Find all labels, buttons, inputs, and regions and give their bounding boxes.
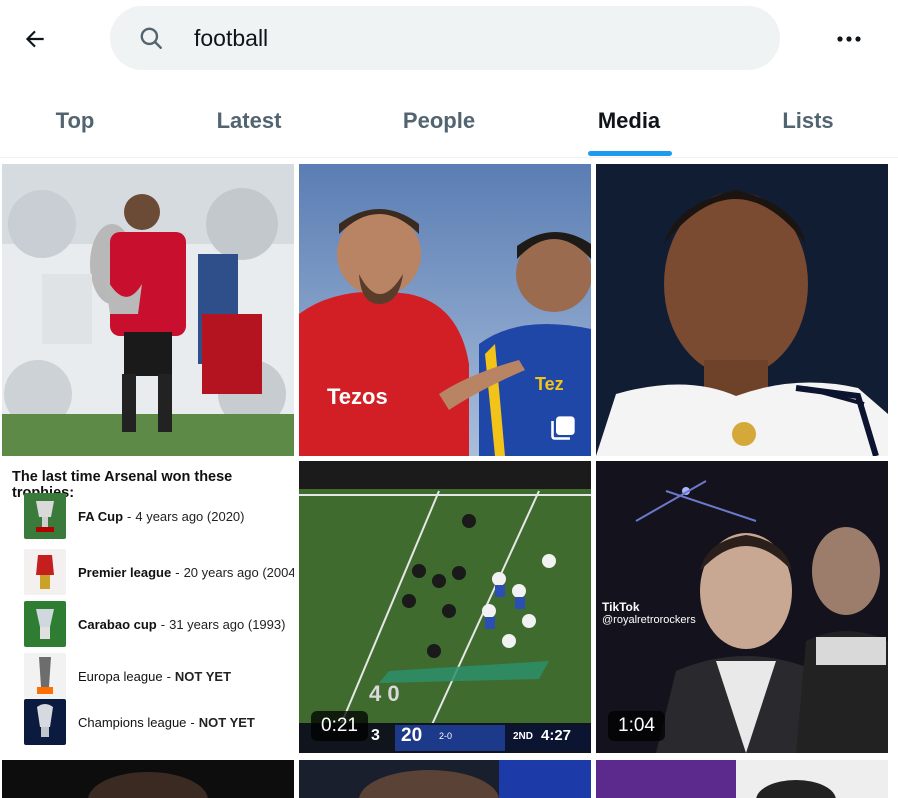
trophy-detail: NOT YET — [174, 668, 232, 684]
svg-text:Tez: Tez — [535, 374, 564, 394]
trophy-name: FA Cup — [78, 508, 124, 524]
back-button[interactable] — [14, 18, 56, 60]
video-duration-badge: 0:21 — [311, 711, 368, 741]
tab-people[interactable]: People — [348, 84, 530, 158]
tab-lists[interactable]: Lists — [728, 84, 888, 158]
media-item-collage[interactable] — [2, 164, 294, 456]
media-item-partial[interactable] — [2, 760, 294, 798]
fa-cup-thumbnail — [24, 493, 66, 539]
media-item-portrait[interactable] — [596, 164, 888, 456]
media-grid: Tezos Tez The last time Arsenal won thes… — [0, 162, 898, 798]
europa-league-thumbnail — [24, 653, 66, 699]
tab-label: Lists — [782, 108, 834, 133]
search-bar[interactable] — [110, 6, 780, 70]
tab-media[interactable]: Media — [530, 84, 728, 158]
partial-image — [2, 760, 294, 798]
media-item-partial[interactable] — [596, 760, 888, 798]
scoreboard-away-score: 3 — [371, 727, 380, 744]
media-item-football-video[interactable]: 4 0 3 20 2-0 2ND 4:27 0:21 — [299, 461, 591, 753]
tiktok-handle: @royalretrorockers — [602, 614, 696, 626]
search-icon — [140, 27, 162, 49]
media-item-partial[interactable] — [299, 760, 591, 798]
media-item-players[interactable]: Tezos Tez — [299, 164, 591, 456]
trophy-row: Champions league - NOT YET — [24, 697, 292, 747]
tab-label: People — [402, 108, 476, 133]
trophy-name: Champions league — [78, 714, 187, 730]
trophy-separator: - — [190, 714, 195, 730]
partial-image — [596, 760, 888, 798]
more-options-button[interactable] — [826, 18, 874, 60]
more-dots-icon — [837, 36, 861, 42]
scoreboard-home-score: 20 — [401, 725, 423, 746]
search-tabs: Top Latest People Media Lists — [0, 84, 898, 158]
trophy-separator: - — [160, 616, 166, 632]
trophy-detail: 4 years ago (2020) — [135, 508, 245, 524]
trophy-detail: 20 years ago (2004) — [183, 564, 294, 580]
trophy-detail: 31 years ago (1993) — [169, 616, 286, 632]
media-item-arsenal-trophies[interactable]: The last time Arsenal won these trophies… — [2, 461, 294, 753]
trophy-row: Premier league - 20 years ago (2004) — [24, 547, 294, 597]
trophy-separator: - — [166, 668, 171, 684]
players-image: Tezos Tez — [299, 164, 591, 456]
football-video-frame: 4 0 — [299, 461, 591, 753]
tiktok-watermark: TikTok @royalretrorockers — [602, 601, 696, 627]
tab-label: Top — [55, 108, 95, 133]
tab-label: Latest — [216, 108, 282, 133]
trophy-name: Europa league — [78, 668, 163, 684]
scoreboard-quarter: 2ND — [513, 731, 534, 742]
trophy-row: Europa league - NOT YET — [24, 651, 292, 701]
svg-text:Tezos: Tezos — [327, 384, 388, 409]
multiple-images-icon — [551, 416, 575, 440]
trophy-separator: - — [175, 564, 180, 580]
tab-top[interactable]: Top — [0, 84, 150, 158]
active-tab-indicator — [588, 151, 672, 156]
trophy-detail: NOT YET — [198, 714, 255, 730]
trophy-separator: - — [127, 508, 132, 524]
trophy-name: Premier league — [78, 564, 172, 580]
trophy-name: Carabao cup — [78, 616, 157, 632]
tiktok-brand: TikTok — [602, 600, 640, 614]
svg-text:4 0: 4 0 — [369, 681, 400, 706]
trophy-row: FA Cup - 4 years ago (2020) — [24, 491, 292, 541]
arrow-left-icon — [25, 30, 44, 48]
top-bar — [0, 0, 898, 78]
tab-label: Media — [597, 108, 661, 133]
media-item-tiktok-video[interactable]: TikTok @royalretrorockers 1:04 — [596, 461, 888, 753]
premier-league-thumbnail — [24, 549, 66, 595]
partial-image — [299, 760, 591, 798]
scoreboard-record: 2-0 — [439, 731, 453, 741]
video-duration-badge: 1:04 — [608, 711, 665, 741]
champions-league-thumbnail — [24, 699, 66, 745]
scoreboard-clock: 4:27 — [541, 727, 572, 744]
trophy-row: Carabao cup - 31 years ago (1993) — [24, 599, 292, 649]
carabao-cup-thumbnail — [24, 601, 66, 647]
portrait-image — [596, 164, 888, 456]
collage-image — [2, 164, 294, 456]
search-input[interactable] — [194, 6, 754, 70]
tab-latest[interactable]: Latest — [150, 84, 348, 158]
